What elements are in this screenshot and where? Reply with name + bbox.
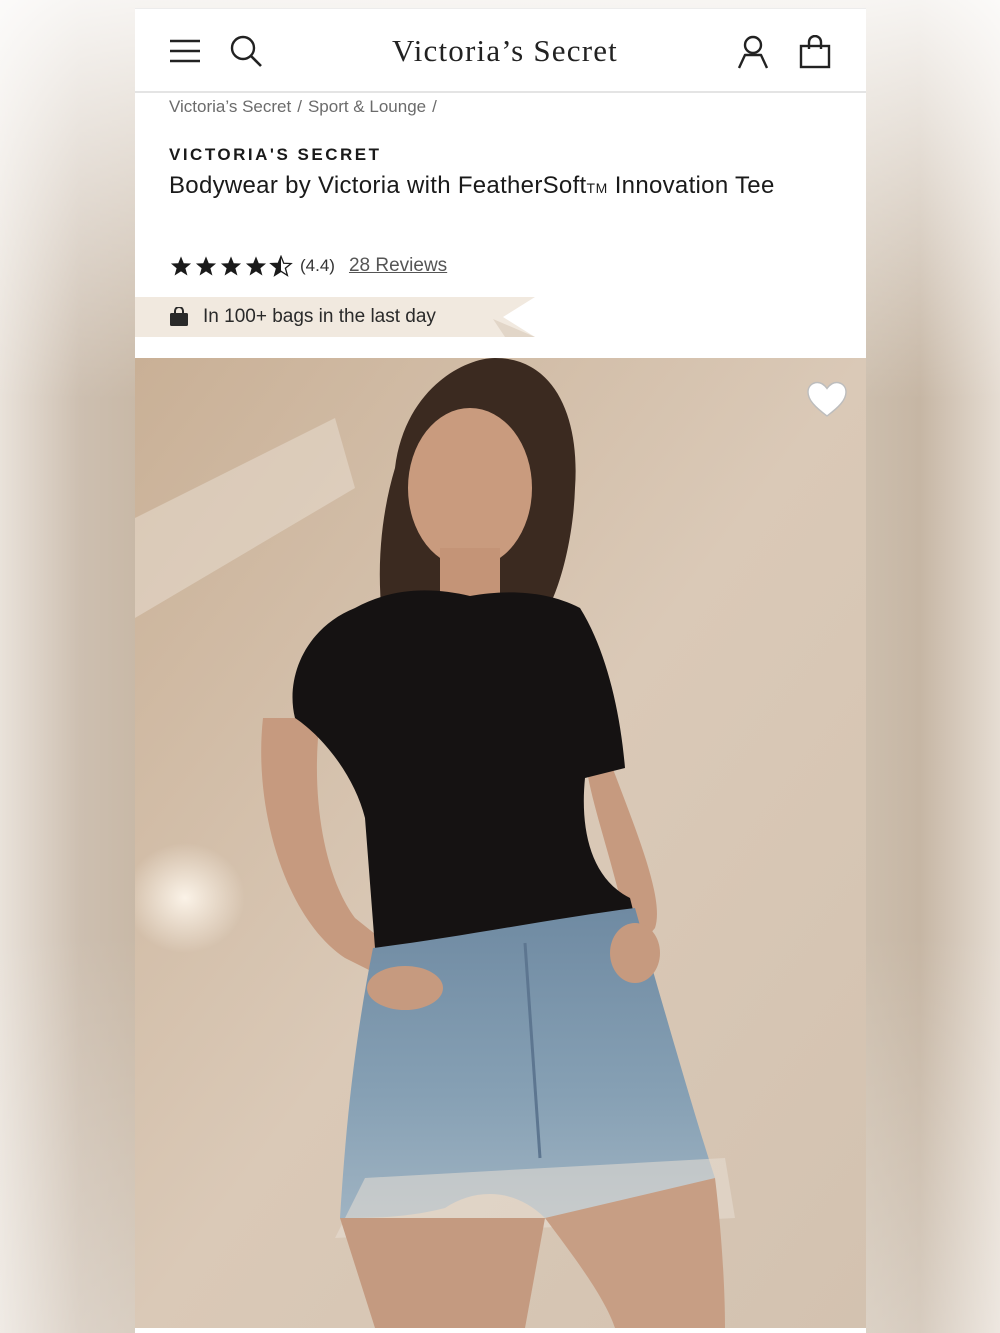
breadcrumb-item-sport-lounge[interactable]: Sport & Lounge <box>308 97 426 116</box>
star-full-icon <box>245 256 267 276</box>
bag-icon <box>170 307 188 326</box>
heart-icon[interactable] <box>805 380 849 420</box>
model-photo <box>135 358 866 1328</box>
menu-icon[interactable] <box>165 33 205 69</box>
account-icon[interactable] <box>733 31 773 73</box>
rating-value: (4.4) <box>300 256 335 275</box>
star-full-icon <box>170 256 192 276</box>
reviews-link[interactable]: 28 Reviews <box>349 255 447 277</box>
badge-content: In 100+ bags in the last day <box>169 297 436 337</box>
product-image[interactable] <box>135 358 866 1328</box>
mobile-page: Victoria’s Secret Victoria’s Secret / Spor… <box>135 8 866 1333</box>
star-full-icon <box>220 256 242 276</box>
badge-text: In 100+ bags in the last day <box>203 306 436 327</box>
brand-logo[interactable]: Victoria’s Secret <box>335 29 675 73</box>
breadcrumb-separator: / <box>297 97 302 116</box>
search-icon[interactable] <box>225 31 267 71</box>
star-rating <box>169 255 294 277</box>
product-title: Bodywear by Victoria with FeatherSoftTM … <box>169 169 849 205</box>
star-half-icon <box>269 255 293 277</box>
breadcrumb-item-home[interactable]: Victoria’s Secret <box>169 97 291 116</box>
top-navigation-bar: Victoria’s Secret <box>135 8 866 93</box>
star-full-icon <box>195 256 217 276</box>
shopping-bag-icon[interactable] <box>795 31 835 73</box>
popularity-badge: In 100+ bags in the last day <box>135 297 535 337</box>
breadcrumb: Victoria’s Secret / Sport & Lounge / <box>169 97 443 117</box>
breadcrumb-separator: / <box>432 97 437 116</box>
product-brand: VICTORIA'S SECRET <box>169 145 382 164</box>
product-title-rest: Innovation Tee <box>607 172 775 199</box>
rating-row: (4.4) 28 Reviews <box>169 251 447 281</box>
trademark-mark: TM <box>586 180 608 196</box>
product-title-main: Bodywear by Victoria with FeatherSoft <box>169 172 587 199</box>
